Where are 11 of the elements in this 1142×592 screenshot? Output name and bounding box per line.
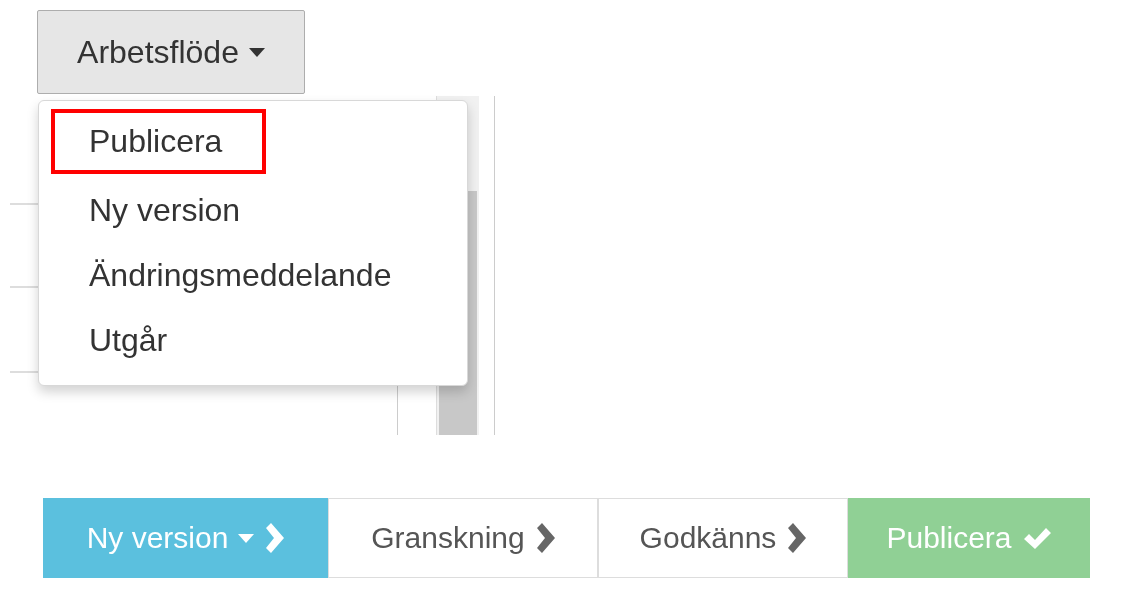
caret-icon [248,47,265,57]
chevron-right-icon [534,523,555,553]
workflow-step[interactable]: Godkänns [598,498,848,578]
workflow-step[interactable]: Granskning [328,498,598,578]
menu-item[interactable]: Publicera [51,109,267,174]
chevron-right-icon [264,523,285,553]
menu-item[interactable]: Utgår [51,308,212,373]
chevron-right-icon [786,523,807,553]
menu-item[interactable]: Ny version [51,178,285,243]
menu-item[interactable]: Ändringsmeddelande [51,243,436,308]
workflow-dropdown-button[interactable]: Arbetsflöde [37,10,305,94]
